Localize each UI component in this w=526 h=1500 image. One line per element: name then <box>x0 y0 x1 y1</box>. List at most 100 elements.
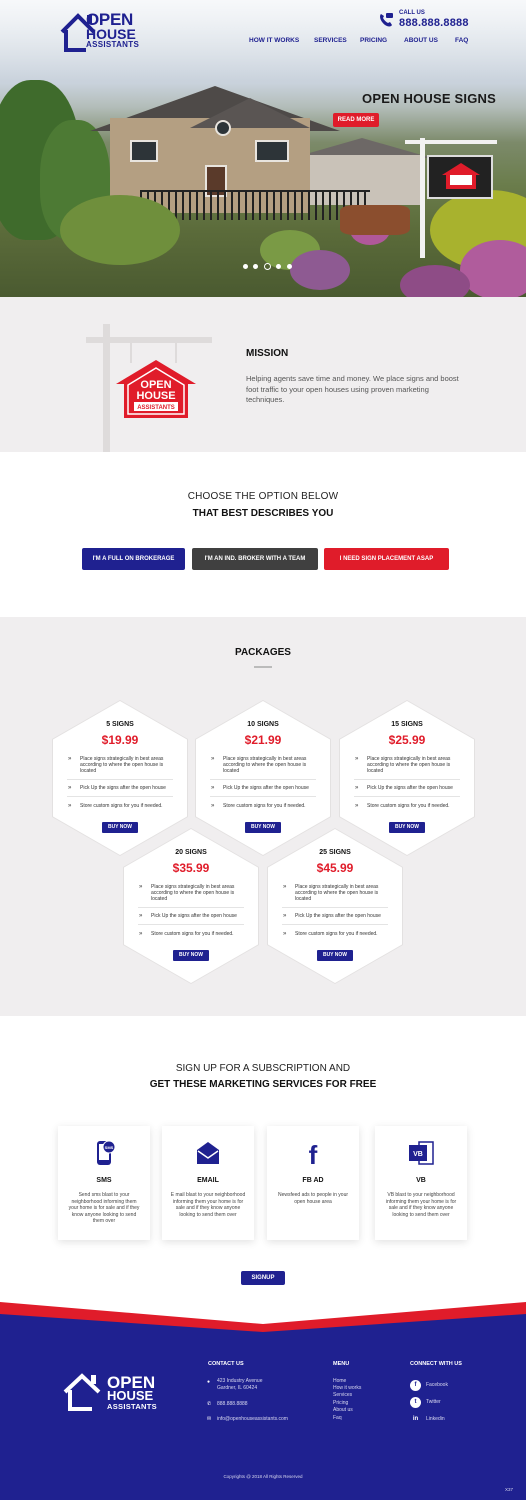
service-card-fb-ad: f FB AD Newsfeed ads to people in your o… <box>267 1126 359 1240</box>
slider-dot-2[interactable] <box>253 264 258 269</box>
service-card-text: VB blast to your neighborhood informing … <box>385 1192 457 1218</box>
service-card-title: SMS <box>96 1177 112 1184</box>
slider-dot-3[interactable] <box>264 263 271 270</box>
service-card-text: E mail blast to your neighborhood inform… <box>170 1192 246 1218</box>
buy-now-button[interactable]: BUY NOW <box>173 950 209 961</box>
signup-button[interactable]: SIGNUP <box>241 1271 285 1285</box>
footer-contact-title: CONTACT US <box>208 1361 244 1367</box>
package-feature-divider <box>282 924 388 925</box>
footer-social-facebook[interactable]: Facebook <box>426 1382 448 1388</box>
option-sign-placement-button[interactable]: I NEED SIGN PLACEMENT ASAP <box>324 548 449 570</box>
hero-house-gable <box>190 98 310 128</box>
package-feature-divider <box>210 796 316 797</box>
package-feature: Store custom signs for you if needed. <box>66 803 176 809</box>
hero-sign-arm <box>405 140 497 144</box>
logo-text[interactable]: HOUSE <box>86 27 136 41</box>
footer-phone[interactable]: 888.888.8888 <box>217 1401 248 1407</box>
package-name: 5 SIGNS <box>106 721 134 728</box>
signup-subheading: GET THESE MARKETING SERVICES FOR FREE <box>149 1079 377 1090</box>
package-feature: Pick Up the signs after the open house <box>137 913 247 919</box>
hero-window <box>130 140 158 162</box>
buy-now-button[interactable]: BUY NOW <box>245 822 281 833</box>
slider-dot-5[interactable] <box>287 264 292 269</box>
package-feature: Pick Up the signs after the open house <box>209 785 319 791</box>
packages-divider <box>254 666 272 668</box>
hero-window <box>215 120 231 136</box>
option-brokerage-button[interactable]: I'M A FULL ON BROKERAGE <box>82 548 185 570</box>
footer-logo-house-icon[interactable] <box>62 1372 106 1412</box>
service-card-vb: VB VB VB blast to your neighborhood info… <box>375 1126 467 1240</box>
package-feature-divider <box>67 796 173 797</box>
nav-faq[interactable]: FAQ <box>455 37 468 44</box>
package-feature: Place signs strategically in best areas … <box>137 884 247 902</box>
package-feature: Place signs strategically in best areas … <box>66 756 176 774</box>
footer-address-line2: Gardner, IL 60424 <box>217 1385 258 1391</box>
package-feature-divider <box>354 796 460 797</box>
nav-services[interactable]: SERVICES <box>314 37 347 44</box>
nav-about-us[interactable]: ABOUT US <box>404 37 438 44</box>
hero-flower-bush <box>400 265 470 297</box>
copyright-text: Copyrights @ 2018 All Rights Reserved <box>223 1474 303 1479</box>
footer-logo-text[interactable]: ASSISTANTS <box>107 1402 157 1411</box>
package-feature: Store custom signs for you if needed. <box>353 803 463 809</box>
envelope-icon <box>197 1142 219 1164</box>
hero-flower-bush <box>290 250 350 290</box>
signup-heading: SIGN UP FOR A SUBSCRIPTION AND <box>175 1063 351 1074</box>
footer-menu-about-us[interactable]: About us <box>333 1407 353 1413</box>
package-name: 15 SIGNS <box>391 721 423 728</box>
linkedin-icon[interactable]: in <box>410 1414 421 1425</box>
service-card-email: EMAIL E mail blast to your neighborhood … <box>162 1126 254 1240</box>
package-name: 10 SIGNS <box>247 721 279 728</box>
package-feature-divider <box>354 779 460 780</box>
footer-email[interactable]: info@openhouseassistants.com <box>217 1416 288 1422</box>
facebook-icon[interactable]: f <box>410 1380 421 1391</box>
package-feature-divider <box>138 924 244 925</box>
slider-dot-4[interactable] <box>276 264 281 269</box>
footer-menu-pricing[interactable]: Pricing <box>333 1400 348 1406</box>
slider-dot-1[interactable] <box>243 264 248 269</box>
service-card-title: FB AD <box>302 1177 324 1184</box>
logo-text[interactable]: ASSISTANTS <box>86 40 139 49</box>
hero-mulch <box>340 205 410 235</box>
mission-sign-post <box>103 324 110 452</box>
service-card-title: VB <box>416 1177 426 1184</box>
header-phone[interactable]: 888.888.8888 <box>399 17 469 29</box>
service-card-text: Newsfeed ads to people in your open hous… <box>277 1192 349 1205</box>
location-icon: ● <box>207 1379 211 1385</box>
phone-icon: ✆ <box>207 1401 212 1407</box>
footer-menu-home[interactable]: Home <box>333 1378 346 1384</box>
svg-text:f: f <box>309 1140 318 1166</box>
read-more-button[interactable]: READ MORE <box>333 113 379 127</box>
package-feature: Place signs strategically in best areas … <box>353 756 463 774</box>
footer-menu-services[interactable]: Services <box>333 1392 352 1398</box>
package-price: $21.99 <box>244 733 282 747</box>
twitter-icon[interactable]: t <box>410 1397 421 1408</box>
package-feature: Store custom signs for you if needed. <box>209 803 319 809</box>
service-card-title: EMAIL <box>197 1177 219 1184</box>
nav-pricing[interactable]: PRICING <box>360 37 387 44</box>
hero-bush <box>60 195 180 265</box>
footer-menu-faq[interactable]: Faq <box>333 1415 342 1421</box>
package-feature: Pick Up the signs after the open house <box>66 785 176 791</box>
footer-social-twitter[interactable]: Twitter <box>426 1399 441 1405</box>
footer-menu-how-it-works[interactable]: How it works <box>333 1385 361 1391</box>
phone-icon <box>380 13 393 27</box>
package-name: 25 SIGNS <box>319 849 351 856</box>
package-feature-divider <box>210 779 316 780</box>
buy-now-button[interactable]: BUY NOW <box>389 822 425 833</box>
package-feature: Store custom signs for you if needed. <box>137 931 247 937</box>
call-us-label: CALL US <box>399 10 425 16</box>
nav-how-it-works[interactable]: HOW IT WORKS <box>249 37 299 44</box>
buy-now-button[interactable]: BUY NOW <box>102 822 138 833</box>
package-price: $25.99 <box>388 733 426 747</box>
option-broker-team-button[interactable]: I'M AN IND. BROKER WITH A TEAM <box>192 548 318 570</box>
footer-social-linkedin[interactable]: Linkedin <box>426 1416 445 1422</box>
hero-sign-house-icon <box>442 163 480 189</box>
hero-title: OPEN HOUSE SIGNS <box>362 91 496 106</box>
footer-logo-text[interactable]: HOUSE <box>107 1389 153 1402</box>
package-price: $45.99 <box>316 861 354 875</box>
package-feature: Pick Up the signs after the open house <box>353 785 463 791</box>
choose-subheading: THAT BEST DESCRIBES YOU <box>192 508 334 519</box>
buy-now-button[interactable]: BUY NOW <box>317 950 353 961</box>
mission-sign-text: HOUSE <box>136 390 175 402</box>
